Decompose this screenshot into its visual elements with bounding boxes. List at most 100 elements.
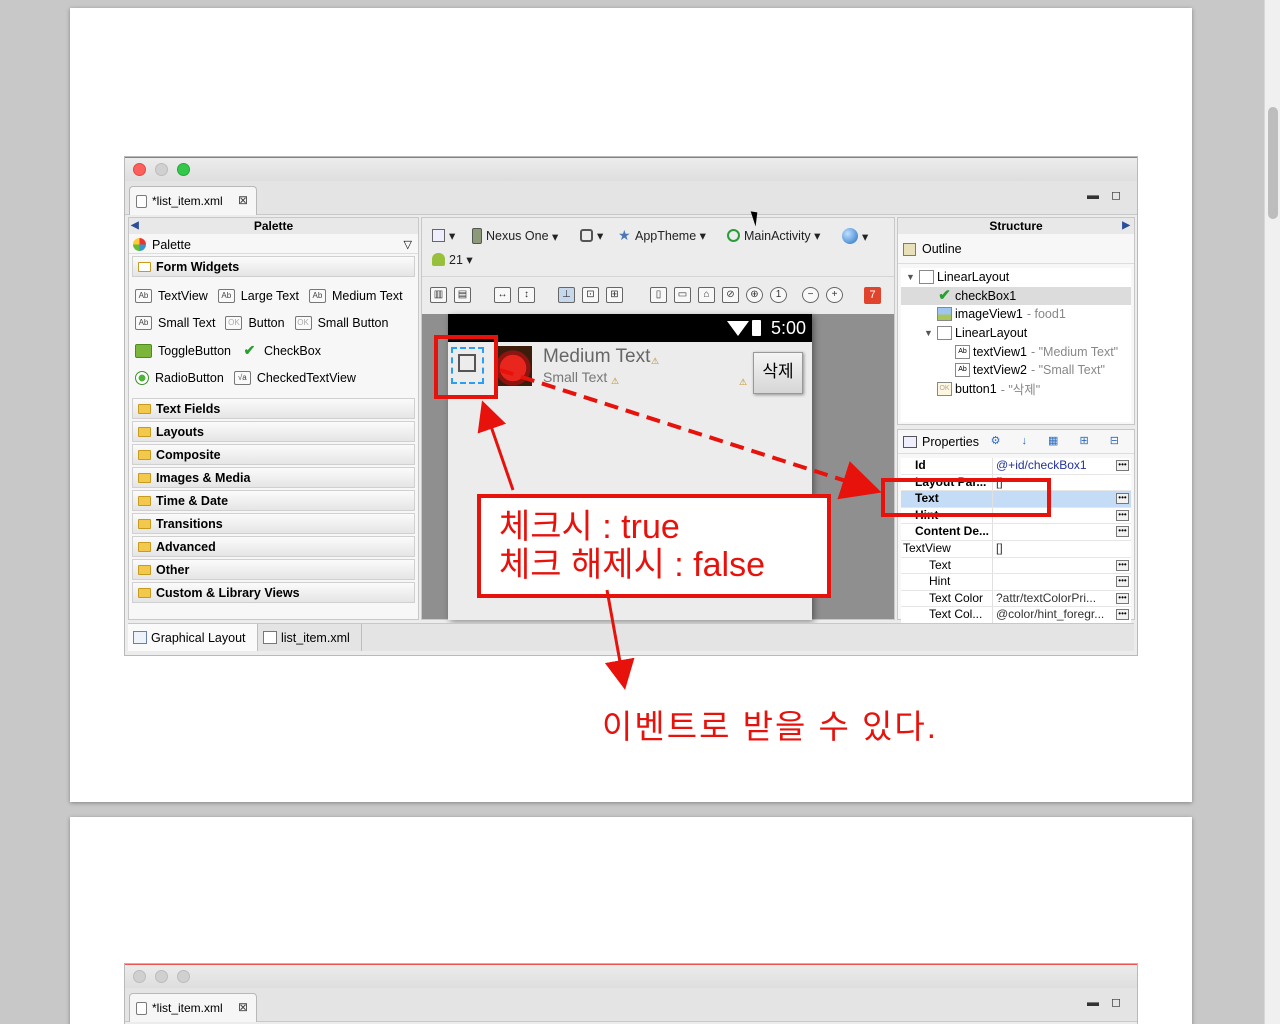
property-value[interactable]: @color/hint_foregr... [993,607,1131,623]
palette-widget[interactable]: Ab Large Text [217,288,299,303]
layout-options-icon[interactable]: ⊞ [606,287,623,303]
expand-toggle-icon[interactable]: ▼ [924,328,933,338]
palette-category[interactable]: Text Fields [132,398,415,419]
orientation-dropdown[interactable]: ▾ [580,228,603,243]
palette-category[interactable]: Time & Date [132,490,415,511]
tab-xml-source[interactable]: list_item.xml [258,624,362,651]
close-tab-icon[interactable]: ⊠ [238,193,248,207]
property-row[interactable]: Text Color ?attr/textColorPri... ••• [901,590,1131,608]
close-tab-icon[interactable]: ⊠ [238,1000,248,1014]
collapse-left-icon[interactable]: ◀ [131,218,139,234]
more-options-icon[interactable]: ••• [1116,526,1129,538]
palette-category[interactable]: Composite [132,444,415,465]
toggle-vertical-icon[interactable]: ▥ [430,287,447,303]
delete-button-preview[interactable]: 삭제 [753,352,803,394]
outline-node[interactable]: ▼ LinearLayout [901,324,1131,343]
property-value[interactable]: [] [993,541,1131,557]
outline-node[interactable]: OK button1- "삭제" [901,380,1131,399]
activity-dropdown[interactable]: MainActivity ▾ [727,228,820,243]
property-row[interactable]: Text Col... @color/hint_foregr... ••• [901,607,1131,624]
palette-category[interactable]: Layouts [132,421,415,442]
palette-selector[interactable]: Palette ▽ [129,234,418,254]
small-text-preview[interactable]: Small Text [543,369,607,385]
outline-node[interactable]: imageView1- food1 [901,305,1131,324]
palette-widget[interactable]: Ab Small Text [135,316,215,331]
minimize-window-icon[interactable] [155,163,168,176]
medium-text-preview[interactable]: Medium Text [543,346,650,368]
maximize-view-icon[interactable]: ◻ [1111,188,1121,202]
palette-widget[interactable]: Ab TextView [135,288,208,303]
zoom-in-icon[interactable]: + [826,287,843,303]
property-row[interactable]: Id @+id/checkBox1 ••• [901,458,1131,475]
emulate-size-icon[interactable]: ▯ [650,287,667,303]
margins-icon[interactable]: ⊥ [558,287,575,303]
property-value[interactable]: @+id/checkBox1 [993,458,1131,474]
palette-widget[interactable]: ✔ CheckBox [241,343,321,358]
property-value[interactable] [993,524,1131,540]
tab-graphical-layout[interactable]: Graphical Layout [128,624,258,651]
error-count-badge[interactable]: 7 [864,287,881,304]
close-window-icon[interactable] [133,970,146,983]
collapse-right-icon[interactable]: ▶ [1122,218,1130,234]
property-value[interactable] [993,558,1131,574]
clip-icon[interactable]: ⊘ [722,287,739,303]
property-row[interactable]: Content De... ••• [901,524,1131,541]
outline-node[interactable]: ✔ checkBox1 [901,286,1131,306]
vertical-scrollbar[interactable] [1264,0,1280,1024]
editor-tab-list-item-xml[interactable]: *list_item.xml ⊠ [129,993,257,1022]
outline-node[interactable]: Ab textView1- "Medium Text" [901,342,1131,361]
screenshot-icon[interactable]: ⌂ [698,287,715,303]
gravity-icon[interactable]: ⊡ [582,287,599,303]
zoom-window-icon[interactable] [177,163,190,176]
palette-widget[interactable]: OK Button [225,316,285,331]
minimize-window-icon[interactable] [155,970,168,983]
fill-height-icon[interactable]: ↕ [518,287,535,303]
property-row[interactable]: TextView[] [901,540,1131,558]
maximize-view-icon[interactable]: ◻ [1111,995,1121,1009]
api-level-dropdown[interactable]: 21 ▾ [432,252,473,267]
dropdown-icon[interactable]: ▽ [404,238,412,251]
close-window-icon[interactable] [133,163,146,176]
scrollbar-thumb[interactable] [1268,107,1278,219]
outline-node[interactable]: Ab textView2- "Small Text" [901,361,1131,380]
palette-category[interactable]: Transitions [132,513,415,534]
property-value[interactable]: ?attr/textColorPri... [993,591,1131,607]
palette-widget[interactable]: √a CheckedTextView [233,371,356,386]
outline-node[interactable]: ▼ LinearLayout [901,268,1131,287]
properties-tools[interactable]: ⚙ ↓ ▦ ⊞ ⊟ [991,434,1128,447]
more-options-icon[interactable]: ••• [1116,509,1129,521]
property-value[interactable] [993,574,1131,590]
zoom-window-icon[interactable] [177,970,190,983]
more-options-icon[interactable]: ••• [1116,576,1129,588]
zoom-100-icon[interactable]: 1 [770,287,787,303]
real-size-icon[interactable]: ▭ [674,287,691,303]
more-options-icon[interactable]: ••• [1116,493,1129,505]
palette-category[interactable]: Images & Media [132,467,415,488]
more-options-icon[interactable]: ••• [1116,460,1129,471]
minimize-view-icon[interactable]: ▬ [1087,995,1099,1009]
property-row[interactable]: Text ••• [901,557,1131,575]
layout-config-dropdown[interactable]: ▾ [432,228,455,243]
palette-widget[interactable]: ToggleButton [135,343,231,358]
palette-category[interactable]: Other [132,559,415,580]
toggle-horizontal-icon[interactable]: ▤ [454,287,471,303]
category-form-widgets[interactable]: Form Widgets [132,256,415,277]
minimize-view-icon[interactable]: ▬ [1087,188,1099,202]
device-dropdown[interactable]: Nexus One ▾ [472,228,558,244]
more-options-icon[interactable]: ••• [1116,592,1129,604]
expand-toggle-icon[interactable]: ▼ [906,272,915,282]
theme-dropdown[interactable]: ★ AppTheme ▾ [618,228,706,243]
palette-widget[interactable]: RadioButton [135,371,224,386]
more-options-icon[interactable]: ••• [1116,609,1129,621]
zoom-fit-icon[interactable]: ⊕ [746,287,763,303]
locale-dropdown[interactable]: ▾ [842,228,868,244]
more-options-icon[interactable]: ••• [1116,559,1129,571]
property-row[interactable]: Hint ••• [901,574,1131,591]
editor-tab-list-item-xml[interactable]: *list_item.xml ⊠ [129,186,257,215]
palette-widget[interactable]: Ab Medium Text [308,288,403,303]
fill-width-icon[interactable]: ↔ [494,287,511,303]
palette-category[interactable]: Advanced [132,536,415,557]
palette-widget[interactable]: OK Small Button [294,316,388,331]
zoom-out-icon[interactable]: − [802,287,819,303]
palette-category[interactable]: Custom & Library Views [132,582,415,603]
